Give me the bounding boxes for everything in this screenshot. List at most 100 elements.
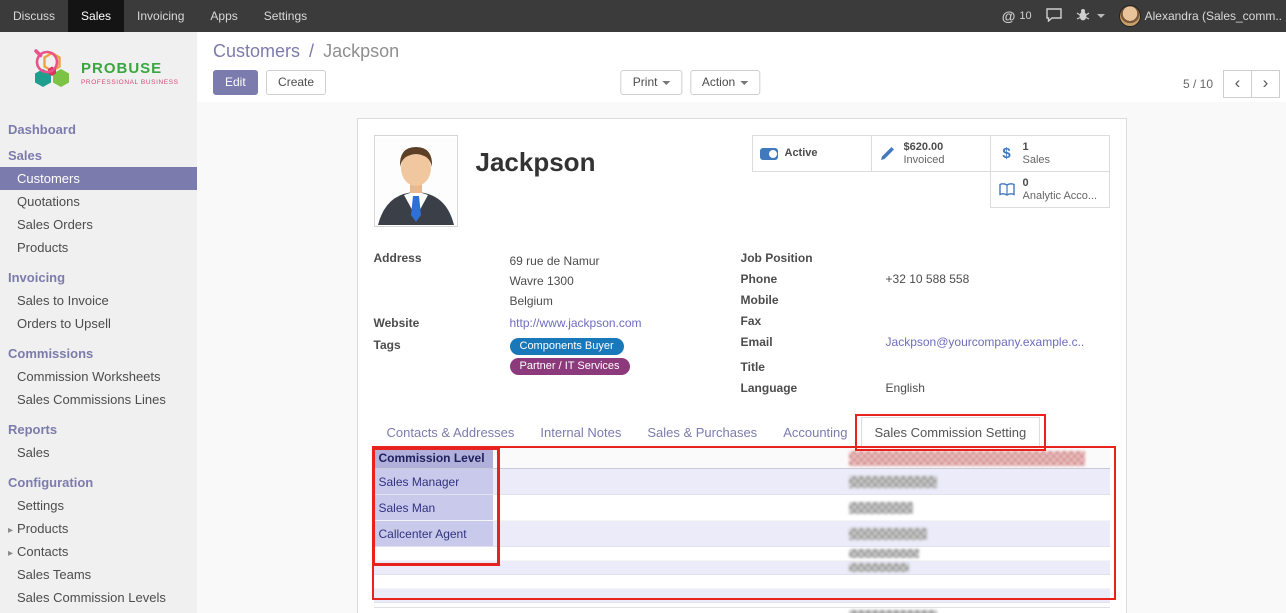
fax-value bbox=[886, 314, 1110, 330]
topbar-menu-discuss[interactable]: Discuss bbox=[0, 0, 68, 32]
sidebar-nav: Dashboard Sales Customers Quotations Sal… bbox=[0, 117, 197, 609]
tab-internal-notes[interactable]: Internal Notes bbox=[527, 418, 634, 447]
sidebar-item-config-contacts[interactable]: ▸Contacts bbox=[0, 540, 197, 563]
record-pager: 5 / 10 ‹ › bbox=[1183, 70, 1280, 98]
pencil-icon bbox=[879, 145, 897, 163]
pager-value[interactable]: 5 / 10 bbox=[1183, 77, 1213, 91]
commission-table-empty-row bbox=[374, 561, 1110, 575]
form-fields: Address 69 rue de Namur Wavre 1300 Belgi… bbox=[374, 251, 1110, 402]
messages-button[interactable] bbox=[1046, 8, 1062, 25]
tab-accounting[interactable]: Accounting bbox=[770, 418, 860, 447]
print-dropdown-button[interactable]: Print bbox=[621, 70, 683, 95]
sidebar-item-products[interactable]: Products bbox=[0, 236, 197, 259]
mobile-value bbox=[886, 293, 1110, 309]
debug-menu-button[interactable] bbox=[1076, 8, 1105, 25]
commission-table: Commission Level Sales Manager Sales Man… bbox=[374, 448, 1110, 613]
commission-level-cell: Callcenter Agent bbox=[374, 521, 493, 546]
tab-contacts-addresses[interactable]: Contacts & Addresses bbox=[374, 418, 528, 447]
mentions-button[interactable]: @ 10 bbox=[1002, 8, 1032, 24]
action-dropdown-button[interactable]: Action bbox=[690, 70, 760, 95]
sidebar-item-sales-orders[interactable]: Sales Orders bbox=[0, 213, 197, 236]
sidebar-section-configuration[interactable]: Configuration bbox=[0, 470, 197, 494]
commission-table-footer-row bbox=[374, 607, 1110, 613]
sidebar-item-sales-to-invoice[interactable]: Sales to Invoice bbox=[0, 289, 197, 312]
email-link[interactable]: Jackpson@yourcompany.example.c.. bbox=[886, 335, 1085, 349]
address-line: 69 rue de Namur bbox=[510, 251, 725, 271]
user-name: Alexandra (Sales_comm.. bbox=[1145, 9, 1282, 23]
tab-sales-commission-setting[interactable]: Sales Commission Setting bbox=[861, 417, 1041, 448]
sidebar-item-sales-commission-levels[interactable]: Sales Commission Levels bbox=[0, 586, 197, 609]
chevron-left-icon: ‹ bbox=[1235, 73, 1241, 92]
topbar-menu-sales[interactable]: Sales bbox=[68, 0, 124, 32]
sidebar-item-orders-to-upsell[interactable]: Orders to Upsell bbox=[0, 312, 197, 335]
top-navbar: Discuss Sales Invoicing Apps Settings @ … bbox=[0, 0, 1286, 32]
commission-table-empty-row bbox=[374, 547, 1110, 561]
sidebar-item-sales-teams[interactable]: Sales Teams bbox=[0, 563, 197, 586]
sales-stat-button[interactable]: $ 1 Sales bbox=[990, 135, 1110, 172]
fax-label: Fax bbox=[741, 314, 886, 330]
sidebar-item-sales-commissions-lines[interactable]: Sales Commissions Lines bbox=[0, 388, 197, 411]
dollar-icon: $ bbox=[998, 145, 1016, 163]
bug-icon bbox=[1076, 8, 1090, 25]
title-value bbox=[886, 360, 1110, 376]
action-buttons-group: Print Action bbox=[619, 70, 762, 95]
sidebar-item-commission-worksheets[interactable]: Commission Worksheets bbox=[0, 365, 197, 388]
sidebar-item-settings[interactable]: Settings bbox=[0, 494, 197, 517]
commission-table-empty-row bbox=[374, 575, 1110, 589]
caret-down-icon bbox=[662, 81, 670, 85]
create-button[interactable]: Create bbox=[266, 70, 326, 95]
topbar-menu-settings[interactable]: Settings bbox=[251, 0, 320, 32]
sidebar-section-invoicing[interactable]: Invoicing bbox=[0, 265, 197, 289]
breadcrumb-separator: / bbox=[309, 41, 314, 61]
chat-bubble-icon bbox=[1046, 8, 1062, 25]
invoiced-stat-button[interactable]: $620.00 Invoiced bbox=[871, 135, 991, 172]
invoiced-label: Invoiced bbox=[904, 154, 945, 167]
active-toggle-button[interactable]: Active bbox=[752, 135, 872, 172]
analytic-label: Analytic Acco... bbox=[1023, 190, 1098, 203]
topbar-menu-invoicing[interactable]: Invoicing bbox=[124, 0, 197, 32]
pager-next-button[interactable]: › bbox=[1251, 70, 1280, 98]
pager-previous-button[interactable]: ‹ bbox=[1223, 70, 1252, 98]
redacted-value bbox=[849, 549, 919, 558]
website-link[interactable]: http://www.jackpson.com bbox=[510, 316, 642, 330]
field-address: Address 69 rue de Namur Wavre 1300 Belgi… bbox=[374, 251, 725, 311]
expand-arrow-icon: ▸ bbox=[8, 525, 13, 536]
logo-subtitle: PROFESSIONAL BUSINESS bbox=[81, 79, 179, 86]
probuse-logo-icon bbox=[30, 48, 74, 99]
field-language: Language English bbox=[741, 381, 1110, 397]
analytic-stat-button[interactable]: 0 Analytic Acco... bbox=[990, 171, 1110, 208]
commission-level-header[interactable]: Commission Level bbox=[374, 448, 493, 468]
redacted-value bbox=[849, 528, 927, 540]
commission-table-row[interactable]: Sales Manager bbox=[374, 469, 1110, 495]
sidebar-section-sales[interactable]: Sales bbox=[0, 143, 197, 167]
breadcrumb-current: Jackpson bbox=[323, 41, 399, 61]
sidebar-item-config-products[interactable]: ▸Products bbox=[0, 517, 197, 540]
topbar-menu-apps[interactable]: Apps bbox=[197, 0, 250, 32]
commission-table-empty-row bbox=[374, 589, 1110, 603]
notebook-tabs: Contacts & Addresses Internal Notes Sale… bbox=[374, 417, 1110, 448]
title-label: Title bbox=[741, 360, 886, 376]
invoiced-amount: $620.00 bbox=[904, 141, 945, 154]
topbar-right-tools: @ 10 Alexandra ( bbox=[1002, 0, 1286, 32]
sales-count: 1 bbox=[1023, 141, 1051, 154]
redacted-value bbox=[849, 502, 913, 514]
sidebar-section-reports[interactable]: Reports bbox=[0, 417, 197, 441]
sidebar-section-commissions[interactable]: Commissions bbox=[0, 341, 197, 365]
stat-button-box: Active $620.00 Invoiced $ bbox=[753, 135, 1110, 208]
tab-sales-purchases[interactable]: Sales & Purchases bbox=[634, 418, 770, 447]
field-title: Title bbox=[741, 360, 1110, 376]
sidebar-item-reports-sales[interactable]: Sales bbox=[0, 441, 197, 464]
commission-table-row[interactable]: Callcenter Agent bbox=[374, 521, 1110, 547]
sidebar-item-quotations[interactable]: Quotations bbox=[0, 190, 197, 213]
language-value: English bbox=[886, 381, 1110, 397]
breadcrumb-customers-link[interactable]: Customers bbox=[213, 41, 300, 61]
field-job-position: Job Position bbox=[741, 251, 1110, 267]
sidebar-item-dashboard[interactable]: Dashboard bbox=[0, 117, 197, 141]
app-logo: PROBUSE PROFESSIONAL BUSINESS bbox=[0, 32, 197, 117]
edit-button[interactable]: Edit bbox=[213, 70, 258, 95]
commission-table-row[interactable]: Sales Man bbox=[374, 495, 1110, 521]
tag-components-buyer: Components Buyer bbox=[510, 338, 624, 355]
field-email: Email Jackpson@yourcompany.example.c.. bbox=[741, 335, 1110, 351]
sidebar-item-customers[interactable]: Customers bbox=[0, 167, 197, 190]
user-menu[interactable]: Alexandra (Sales_comm.. bbox=[1119, 5, 1282, 27]
